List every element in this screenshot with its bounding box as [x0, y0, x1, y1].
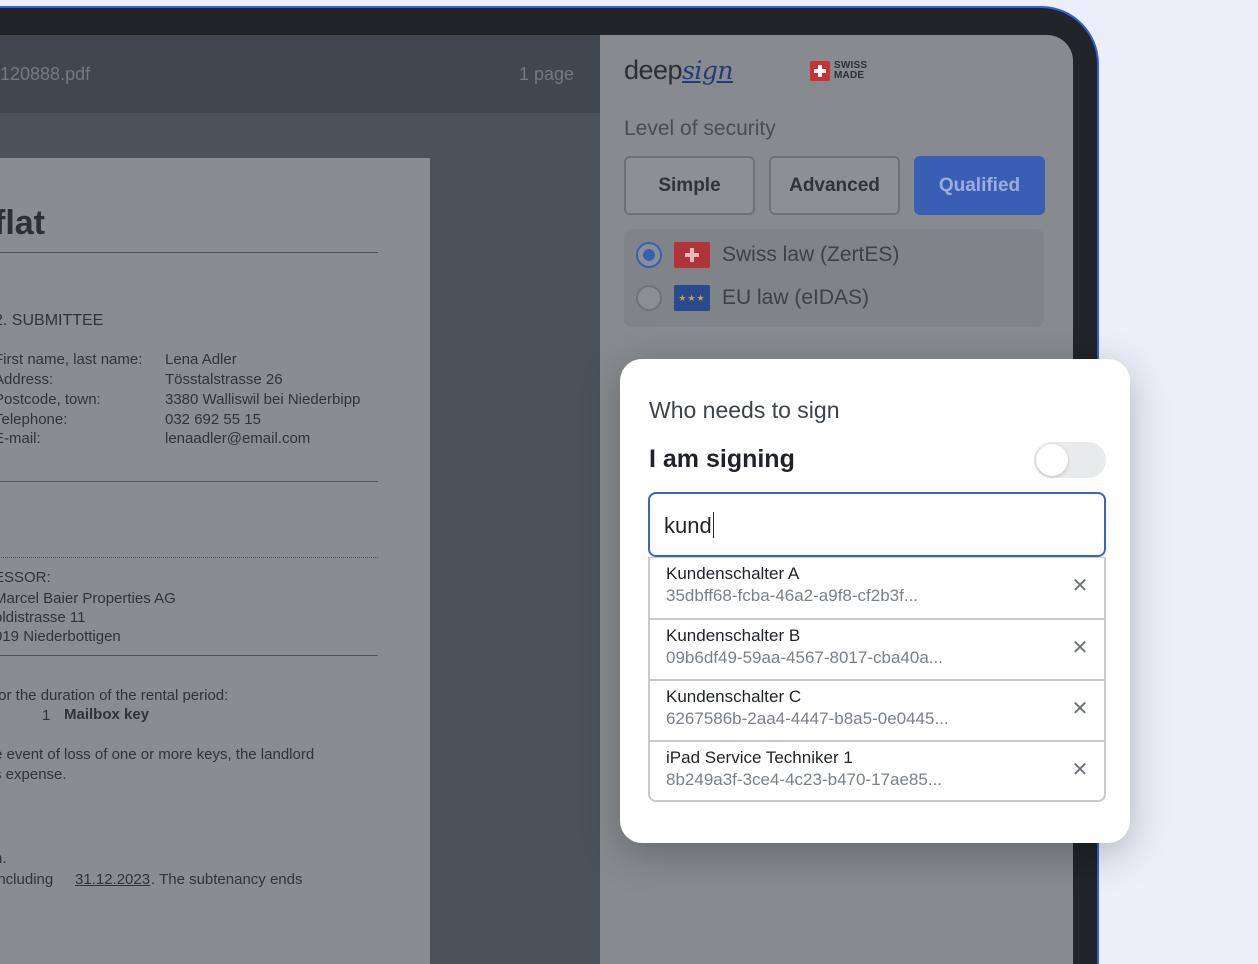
security-level-label: Level of security: [624, 117, 776, 140]
self-signing-toggle[interactable]: [1034, 442, 1106, 478]
swiss-made-line: MADE: [834, 70, 865, 81]
lessor-label: ESSOR:: [0, 569, 51, 586]
signer-name: Kundenschalter C: [666, 687, 802, 706]
security-advanced-button[interactable]: Advanced: [769, 156, 900, 215]
pdf-page-count: 1 page: [518, 64, 574, 84]
swiss-made-badge: SWISS MADE: [810, 61, 867, 81]
end-date: 31.12.2023: [75, 871, 151, 888]
close-icon[interactable]: ✕: [1070, 699, 1090, 719]
key-name: Mailbox key: [64, 706, 150, 723]
loss-text: e event of loss of one or more keys, the…: [0, 746, 315, 763]
signer-name: iPad Service Techniker 1: [666, 748, 853, 767]
signer-name: Kundenschalter B: [666, 626, 801, 645]
swiss-flag-icon: [674, 242, 710, 268]
radio-unselected-icon[interactable]: [636, 285, 662, 311]
lessor-line: Marcel Baier Properties AG: [0, 590, 176, 607]
signer-search-input[interactable]: kund: [648, 492, 1106, 557]
pdf-header: 120888.pdf 1 page: [0, 35, 600, 113]
signer-id: 09b6df49-59aa-4567-8017-cba40a...: [666, 648, 943, 667]
doc-title: flat: [0, 204, 45, 242]
self-signing-label: I am signing: [649, 445, 795, 473]
field-label: Telephone:: [0, 411, 68, 428]
law-selector: Swiss law (ZertES) ★★★ EU law (eIDAS): [624, 229, 1044, 327]
divider: [0, 481, 378, 482]
logo-script: sign: [682, 56, 734, 85]
field-value: Tösstalstrasse 26: [165, 371, 283, 388]
field-value: 3380 Walliswil bei Niederbipp: [165, 391, 361, 408]
security-simple-button[interactable]: Simple: [624, 156, 755, 215]
deepsign-logo: deepsign: [624, 55, 734, 86]
pdf-filename: 120888.pdf: [0, 64, 91, 84]
end-text: . The subtenancy ends: [151, 871, 303, 888]
law-label: Swiss law (ZertES): [722, 243, 900, 266]
close-icon[interactable]: ✕: [1070, 576, 1090, 596]
signer-result-item[interactable]: Kundenschalter B 09b6df49-59aa-4567-8017…: [650, 618, 1104, 679]
divider: [0, 655, 378, 656]
close-icon[interactable]: ✕: [1070, 760, 1090, 780]
divider: [0, 557, 378, 558]
field-value: lenaadler@email.com: [165, 430, 311, 447]
end-text: including: [0, 871, 54, 888]
swiss-flag-icon: [810, 61, 830, 81]
field-value: 032 692 55 15: [165, 411, 261, 428]
signer-id: 35dbff68-fcba-46a2-a9f8-cf2b3f...: [666, 586, 919, 605]
radio-selected-icon[interactable]: [636, 242, 662, 268]
field-label: E-mail:: [0, 430, 41, 447]
signers-title: Who needs to sign: [649, 397, 840, 423]
pdf-page: flat 2. SUBMITTEE First name, last name:…: [0, 158, 430, 964]
security-qualified-button[interactable]: Qualified: [914, 156, 1045, 215]
end-text: n.: [0, 850, 7, 867]
field-value: Lena Adler: [165, 351, 237, 368]
law-label: EU law (eIDAS): [722, 286, 870, 309]
field-label: Postcode, town:: [0, 391, 101, 408]
signer-result-item[interactable]: iPad Service Techniker 1 8b249a3f-3ce4-4…: [650, 740, 1104, 801]
law-option-eu[interactable]: ★★★ EU law (eIDAS): [636, 285, 869, 311]
doc-section-heading: 2. SUBMITTEE: [0, 312, 104, 329]
loss-text: s expense.: [0, 766, 67, 783]
signer-id: 6267586b-2aa4-4447-b8a5-0e0445...: [666, 709, 949, 728]
signers-card: Who needs to sign I am signing kund Kund…: [620, 359, 1130, 843]
key-count: 1: [42, 707, 51, 724]
lessor-line: oldistrasse 11: [0, 609, 86, 626]
eu-flag-icon: ★★★: [674, 285, 710, 311]
law-option-swiss[interactable]: Swiss law (ZertES): [636, 242, 899, 268]
duration-text: for the duration of the rental period:: [0, 687, 229, 704]
toggle-knob: [1036, 444, 1068, 476]
logo-text: deep: [624, 55, 683, 85]
close-icon[interactable]: ✕: [1070, 638, 1090, 658]
lessor-line: 019 Niederbottigen: [0, 628, 121, 645]
field-label: Address:: [0, 371, 54, 388]
search-text: kund: [664, 513, 712, 538]
signer-result-item[interactable]: Kundenschalter C 6267586b-2aa4-4447-b8a5…: [650, 679, 1104, 740]
divider: [0, 252, 378, 253]
signer-result-item[interactable]: Kundenschalter A 35dbff68-fcba-46a2-a9f8…: [650, 557, 1104, 618]
signer-name: Kundenschalter A: [666, 564, 800, 583]
signer-results-list: Kundenschalter A 35dbff68-fcba-46a2-a9f8…: [648, 557, 1106, 802]
field-label: First name, last name:: [0, 351, 143, 368]
signer-id: 8b249a3f-3ce4-4c23-b470-17ae85...: [666, 770, 942, 789]
text-caret: [712, 512, 715, 538]
